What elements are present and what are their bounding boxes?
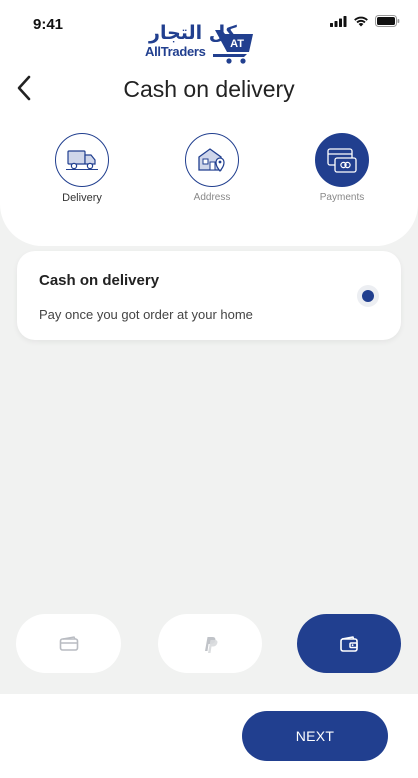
truck-icon <box>66 150 98 170</box>
status-time: 9:41 <box>33 16 64 33</box>
step-address[interactable]: Address <box>167 133 257 203</box>
payment-option-title: Cash on delivery <box>39 272 160 289</box>
bottom-bar: NEXT <box>0 694 418 778</box>
logo-english-text: AllTraders <box>145 44 206 59</box>
wallet-icon <box>340 635 358 652</box>
logo-badge-text: AT <box>230 38 244 50</box>
step-delivery-label: Delivery <box>62 192 102 204</box>
radio-selected-dot <box>362 290 374 302</box>
status-icons <box>330 15 400 27</box>
wifi-icon <box>354 16 368 26</box>
step-address-label: Address <box>193 192 231 203</box>
next-button[interactable]: NEXT <box>242 711 388 761</box>
card-icon <box>59 635 78 651</box>
payment-tab-paypal[interactable] <box>158 614 262 673</box>
battery-icon <box>375 15 400 27</box>
payment-option-cod[interactable]: Cash on delivery Pay once you got order … <box>17 251 401 340</box>
logo-cart-icon: AT <box>213 30 253 64</box>
header-panel: 9:41 كل التجار AllTraders AT Cash on del… <box>0 0 418 246</box>
step-payments-circle <box>315 133 369 187</box>
alltraders-logo: كل التجار AllTraders AT <box>143 22 255 64</box>
step-payments[interactable]: Payments <box>297 133 387 203</box>
checkout-steps: Delivery Address Payments <box>0 133 418 213</box>
payment-option-radio[interactable] <box>357 285 379 307</box>
step-payments-label: Payments <box>319 192 365 203</box>
payment-option-subtitle: Pay once you got order at your home <box>39 307 253 322</box>
signal-icon <box>330 15 347 27</box>
payment-tab-card[interactable] <box>16 614 121 673</box>
step-delivery-circle <box>55 133 109 187</box>
payment-tab-wallet[interactable] <box>297 614 401 673</box>
step-address-circle <box>185 133 239 187</box>
house-location-icon <box>198 148 225 172</box>
paypal-icon <box>205 636 218 653</box>
page-title: Cash on delivery <box>123 76 295 102</box>
step-delivery[interactable]: Delivery <box>37 133 127 204</box>
payment-card-icon <box>327 148 357 173</box>
